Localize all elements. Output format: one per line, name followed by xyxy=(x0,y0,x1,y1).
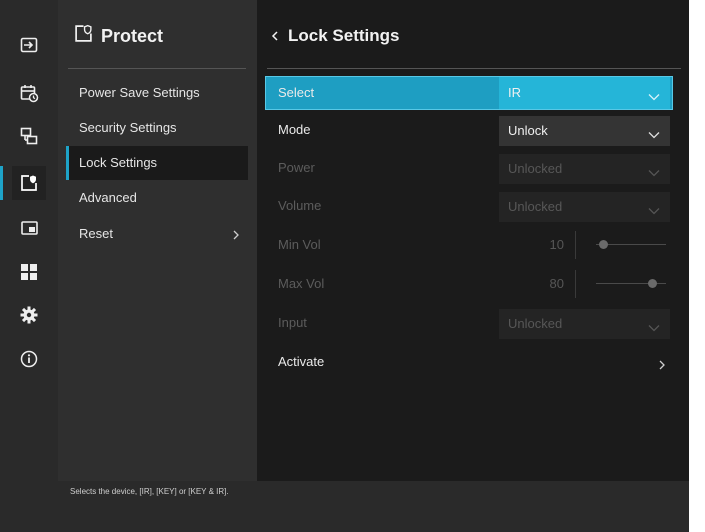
setting-label: Power xyxy=(278,160,315,175)
slider-handle[interactable] xyxy=(598,240,608,249)
slider-handle[interactable] xyxy=(647,279,657,288)
protect-menu: Protect Power Save Settings Security Set… xyxy=(58,0,257,481)
divider xyxy=(575,270,576,298)
setting-label: Min Vol xyxy=(278,237,321,252)
back-icon[interactable] xyxy=(271,26,278,46)
setting-label: Input xyxy=(278,315,307,330)
chevron-right-icon xyxy=(659,357,666,375)
divider xyxy=(68,68,246,69)
dropdown-value: Unlocked xyxy=(508,199,563,214)
dropdown-value: Unlock xyxy=(508,123,548,138)
menu-item-power-save-settings[interactable]: Power Save Settings xyxy=(66,76,248,110)
mode-dropdown[interactable]: Unlock xyxy=(499,116,670,146)
setting-label: Select xyxy=(278,85,315,100)
setting-row-power[interactable]: Power Unlocked xyxy=(266,152,672,184)
setting-row-volume[interactable]: Volume Unlocked xyxy=(266,190,672,222)
lock-settings-panel: Lock Settings Select IR Mode Unlock Powe… xyxy=(257,0,689,481)
menu-item-label: Security Settings xyxy=(79,120,177,135)
chevron-down-icon xyxy=(648,126,660,144)
chevron-down-icon xyxy=(648,319,660,337)
input-dropdown[interactable]: Unlocked xyxy=(499,309,670,339)
slider-value: 80 xyxy=(549,276,564,291)
menu-item-label: Lock Settings xyxy=(79,155,158,170)
menu-item-label: Reset xyxy=(79,226,113,241)
dropdown-value: IR xyxy=(508,85,521,100)
slider-value: 10 xyxy=(549,237,564,252)
setting-row-input[interactable]: Input Unlocked xyxy=(266,307,672,339)
setting-label: Volume xyxy=(278,198,322,213)
setting-row-activate[interactable]: Activate xyxy=(266,346,672,378)
pip-icon[interactable] xyxy=(12,211,46,245)
setting-row-max-vol[interactable]: Max Vol 80 xyxy=(266,268,672,300)
power-dropdown[interactable]: Unlocked xyxy=(499,154,670,184)
menu-title: Protect xyxy=(74,24,163,48)
setting-label: Activate xyxy=(278,354,325,369)
dropdown-value: Unlocked xyxy=(508,316,563,331)
chevron-down-icon xyxy=(648,202,660,220)
input-icon[interactable] xyxy=(12,28,46,62)
setting-label: Mode xyxy=(278,122,311,137)
chevron-right-icon xyxy=(233,217,240,251)
setting-row-min-vol[interactable]: Min Vol 10 xyxy=(266,229,672,261)
menu-item-label: Advanced xyxy=(79,190,137,205)
setting-row-mode[interactable]: Mode Unlock xyxy=(266,114,672,146)
menu-item-reset[interactable]: Reset xyxy=(66,217,248,251)
menu-item-label: Power Save Settings xyxy=(79,85,200,100)
icon-rail xyxy=(0,0,58,532)
chevron-down-icon xyxy=(648,88,660,106)
page-title: Lock Settings xyxy=(271,26,399,46)
info-icon[interactable] xyxy=(12,342,46,376)
volume-dropdown[interactable]: Unlocked xyxy=(499,192,670,222)
setting-row-select[interactable]: Select IR xyxy=(265,76,673,110)
menu-item-security-settings[interactable]: Security Settings xyxy=(66,111,248,145)
divider xyxy=(575,231,576,259)
help-bar: Selects the device, [IR], [KEY] or [KEY … xyxy=(58,481,689,532)
settings-icon[interactable] xyxy=(12,298,46,332)
select-dropdown[interactable]: IR xyxy=(499,77,670,109)
dropdown-value: Unlocked xyxy=(508,161,563,176)
menu-title-text: Protect xyxy=(101,25,164,46)
help-text: Selects the device, [IR], [KEY] or [KEY … xyxy=(70,487,229,496)
menu-item-lock-settings[interactable]: Lock Settings xyxy=(66,146,248,180)
protect-icon xyxy=(74,24,93,48)
page-title-text: Lock Settings xyxy=(288,26,400,45)
chevron-down-icon xyxy=(648,164,660,182)
osd-screen: Protect Power Save Settings Security Set… xyxy=(0,0,689,532)
apps-icon[interactable] xyxy=(12,255,46,289)
menu-item-advanced[interactable]: Advanced xyxy=(66,181,248,215)
divider xyxy=(267,68,681,69)
setting-label: Max Vol xyxy=(278,276,325,291)
protect-icon[interactable] xyxy=(0,166,46,200)
multi-display-icon[interactable] xyxy=(12,119,46,153)
schedule-icon[interactable] xyxy=(12,76,46,110)
